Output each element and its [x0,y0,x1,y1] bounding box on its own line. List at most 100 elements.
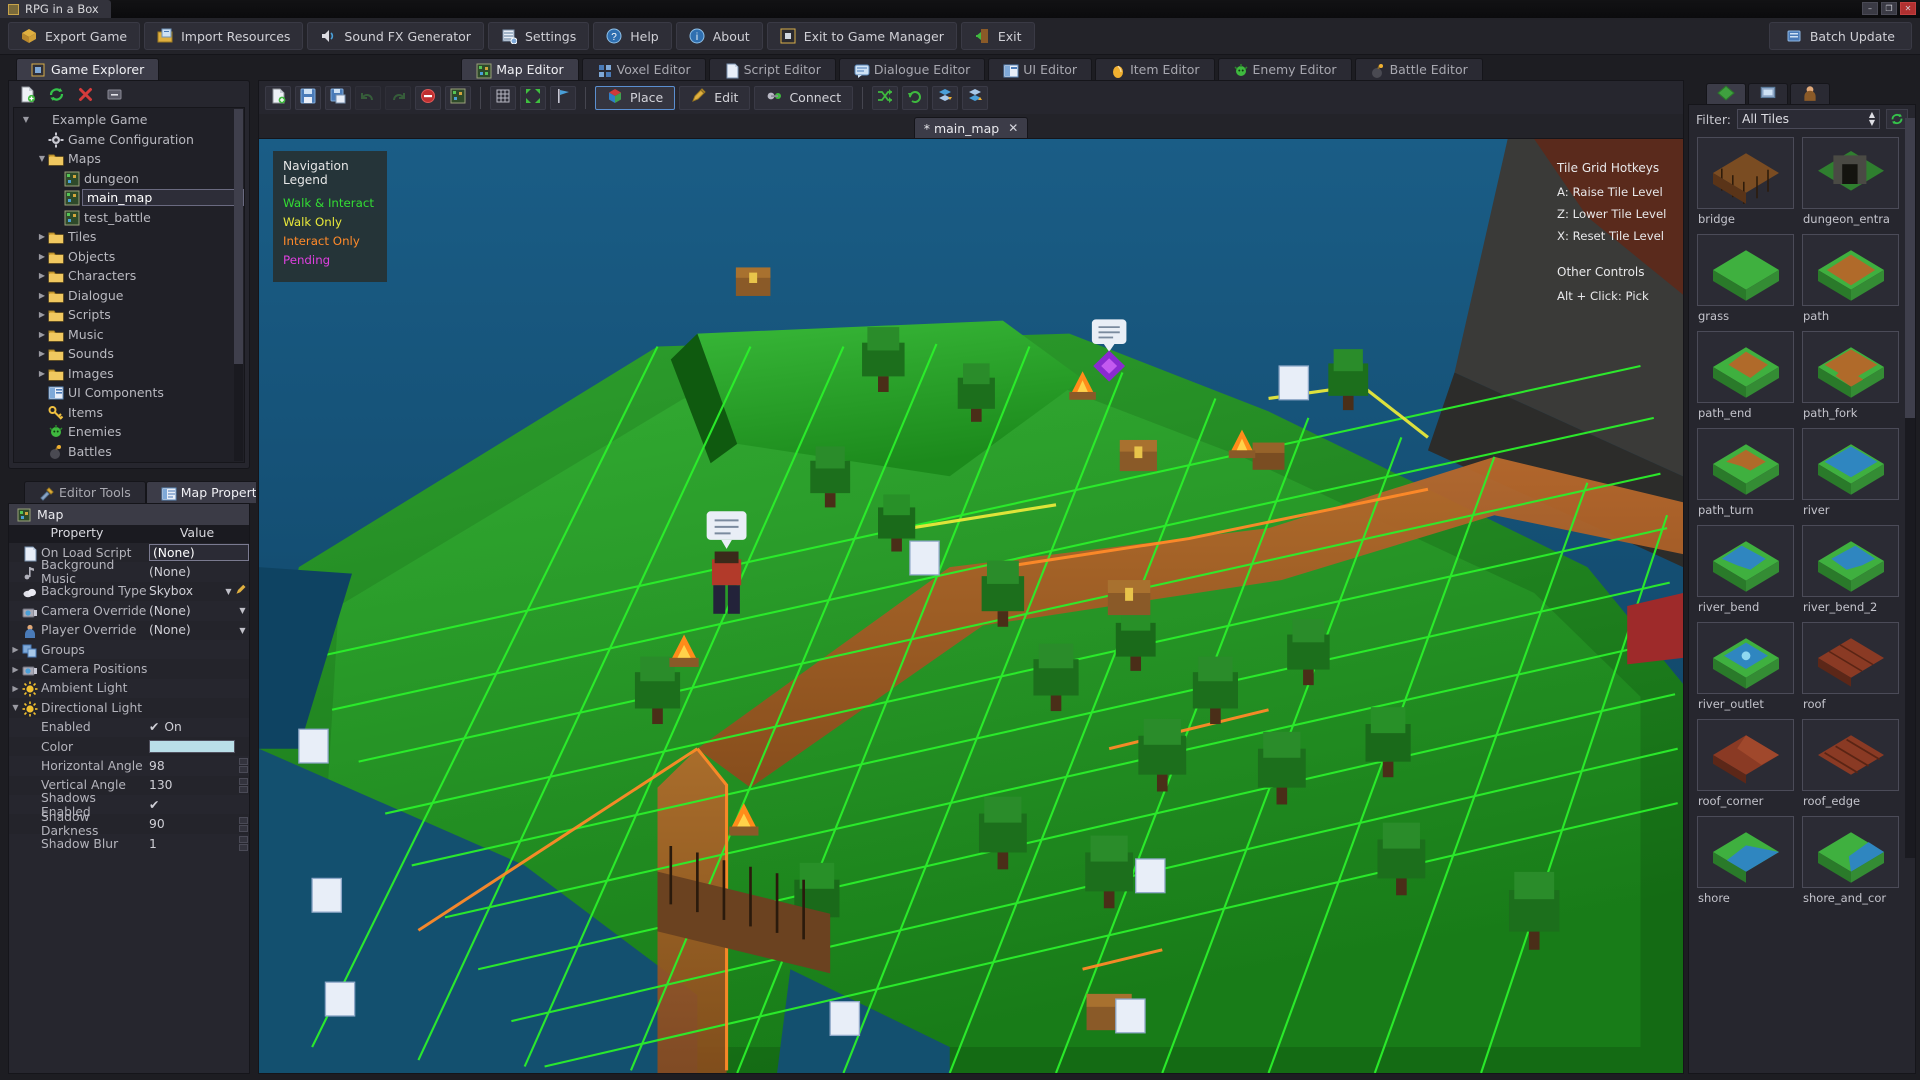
tab-editor-tools[interactable]: Editor Tools [24,481,146,503]
tile-river_bend[interactable]: river_bend [1697,525,1794,614]
property-row-background-music[interactable]: Background Music(None) [9,562,249,581]
toolbar-button-settings[interactable]: Settings [488,22,589,50]
tile-thumbnail[interactable] [1697,428,1794,500]
tree-item-objects[interactable]: ▶Objects [14,247,244,267]
property-row-camera-positions[interactable]: ▶Camera Positions [9,659,249,678]
tab-battle-editor[interactable]: Battle Editor [1355,58,1483,80]
tree-item-test-battle[interactable]: test_battle [14,208,244,228]
tree-item-music[interactable]: ▶Music [14,325,244,345]
property-value[interactable]: (None) [149,544,249,561]
tile-path_fork[interactable]: path_fork [1802,331,1899,420]
save-as-button[interactable] [325,86,351,110]
shuffle-button[interactable] [872,86,898,110]
tile-shore_and_cor[interactable]: shore_and_cor [1802,816,1899,905]
tree-item-items[interactable]: Items [14,403,244,423]
property-value[interactable]: ✔ [149,798,249,812]
tile-thumbnail[interactable] [1802,622,1899,694]
edit-pencil-icon[interactable] [235,584,249,599]
tile-dungeon_entra[interactable]: dungeon_entra [1802,137,1899,226]
property-row-background-type[interactable]: Background TypeSkybox▼ [9,582,249,601]
tile-path_end[interactable]: path_end [1697,331,1794,420]
tree-expander[interactable]: ▶ [36,291,48,300]
tab-ui-editor[interactable]: UI Editor [988,58,1092,80]
tree-item-images[interactable]: ▶Images [14,364,244,384]
tree-item-sounds[interactable]: ▶Sounds [14,344,244,364]
tile-grass[interactable]: grass [1697,234,1794,323]
tree-item-ui-components[interactable]: UI Components [14,383,244,403]
tab-voxel-editor[interactable]: Voxel Editor [582,58,706,80]
flag-button[interactable] [550,86,576,110]
tile-river[interactable]: river [1802,428,1899,517]
toolbar-button-import-resources[interactable]: Import Resources [144,22,303,50]
close-button[interactable]: ✕ [1900,2,1916,15]
tree-expander[interactable]: ▶ [36,369,48,378]
tree-item-game-configuration[interactable]: Game Configuration [14,130,244,150]
tree-expander[interactable]: ▶ [36,310,48,319]
tab-enemy-editor[interactable]: Enemy Editor [1218,58,1352,80]
color-swatch[interactable] [149,740,235,753]
spinner-arrows[interactable] [239,836,249,851]
tile-thumbnail[interactable] [1802,137,1899,209]
toolbar-button-sound-fx-generator[interactable]: Sound FX Generator [307,22,484,50]
tree-item-dungeon[interactable]: dungeon [14,169,244,189]
property-value[interactable]: 90 [149,817,249,832]
tree-item-main-map[interactable]: main_map [14,188,244,208]
tree-expander[interactable]: ▶ [36,330,48,339]
tile-thumbnail[interactable] [1802,234,1899,306]
property-row-directional-light[interactable]: ▼Directional Light [9,698,249,717]
tile-thumbnail[interactable] [1802,331,1899,403]
new-map-button[interactable] [265,86,291,110]
tile-thumbnail[interactable] [1697,525,1794,597]
tile-thumbnail[interactable] [1802,816,1899,888]
tree-item-scripts[interactable]: ▶Scripts [14,305,244,325]
tile-thumbnail[interactable] [1697,137,1794,209]
toolbar-button-exit[interactable]: Exit [961,22,1035,50]
stack-down-button[interactable] [962,86,988,110]
new-file-icon[interactable] [19,86,36,103]
chevron-down-icon[interactable]: ▼ [236,626,249,635]
map-thumb-button[interactable] [445,86,471,110]
filter-select[interactable]: All Tiles ▲▼ [1737,109,1880,129]
tree-item-example-game[interactable]: ▼Example Game [14,110,244,130]
tile-thumbnail[interactable] [1697,331,1794,403]
tile-thumbnail[interactable] [1697,719,1794,791]
stack-up-button[interactable] [932,86,958,110]
characters-tab[interactable] [1790,83,1830,104]
property-expander[interactable]: ▶ [9,665,22,674]
fullscreen-button[interactable] [520,86,546,110]
tree-item-maps[interactable]: ▼Maps [14,149,244,169]
property-row-camera-override[interactable]: Camera Override(None)▼ [9,601,249,620]
tree-expander[interactable]: ▶ [36,349,48,358]
property-value[interactable]: 98 [149,758,249,773]
property-expander[interactable]: ▶ [9,645,22,654]
property-row-shadow-darkness[interactable]: Shadow Darkness90 [9,814,249,833]
tree-expander[interactable]: ▶ [36,271,48,280]
tile-roof[interactable]: roof [1802,622,1899,711]
tree-expander[interactable]: ▼ [36,154,48,163]
mode-edit[interactable]: Edit [679,86,750,110]
tile-path_turn[interactable]: path_turn [1697,428,1794,517]
batch-update-button[interactable]: Batch Update [1769,22,1912,50]
tab-map-editor[interactable]: Map Editor [461,58,578,80]
mode-connect[interactable]: Connect [754,86,853,110]
tiles-tab[interactable] [1706,83,1746,104]
spinner-arrows[interactable] [239,778,249,793]
rotate-button[interactable] [902,86,928,110]
tile-roof_edge[interactable]: roof_edge [1802,719,1899,808]
close-icon[interactable]: ✕ [1008,121,1018,135]
tile-roof_corner[interactable]: roof_corner [1697,719,1794,808]
map-viewport[interactable]: Navigation Legend Walk & InteractWalk On… [258,138,1684,1074]
tile-thumbnail[interactable] [1697,816,1794,888]
map-tab-main-map[interactable]: * main_map ✕ [914,117,1029,138]
delete-icon[interactable] [77,86,94,103]
chevron-down-icon[interactable]: ▼ [236,606,249,615]
maximize-button[interactable]: ❐ [1881,2,1897,15]
property-row-shadow-blur[interactable]: Shadow Blur1 [9,834,249,853]
refresh-icon[interactable] [48,86,65,103]
property-row-horizontal-angle[interactable]: Horizontal Angle98 [9,756,249,775]
tile-river_bend_2[interactable]: river_bend_2 [1802,525,1899,614]
spinner-arrows[interactable] [239,817,249,832]
game-explorer-tree[interactable]: ▼Example GameGame Configuration▼Mapsdung… [13,107,245,463]
tile-thumbnail[interactable] [1802,525,1899,597]
property-row-groups[interactable]: ▶Groups [9,640,249,659]
